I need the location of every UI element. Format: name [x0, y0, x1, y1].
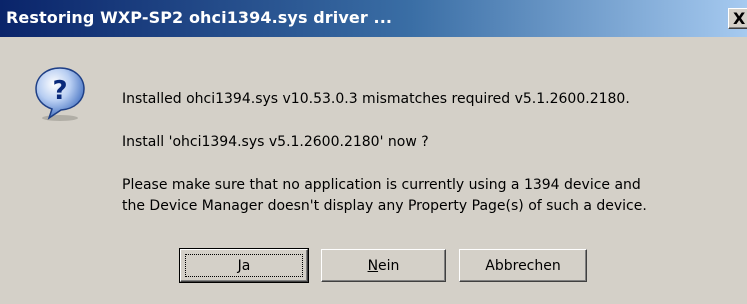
dialog-body: ? Installed ohci1394.sys v10.53.0.3 mism… [0, 37, 747, 304]
message-line-3a: Please make sure that no application is … [122, 177, 641, 193]
close-icon: X [733, 9, 746, 28]
focus-rectangle [185, 254, 303, 277]
message-line-2: Install 'ohci1394.sys v5.1.2600.2180' no… [122, 134, 429, 150]
no-button-label: Nein [367, 257, 400, 274]
yes-button[interactable]: Ja [179, 248, 309, 283]
close-button[interactable]: X [728, 8, 747, 29]
message-line-3: Please make sure that no application is … [122, 175, 647, 217]
question-icon: ? [35, 67, 85, 121]
message-line-3b: the Device Manager doesn't display any P… [122, 198, 647, 214]
cancel-button-label: Abbrechen [485, 257, 561, 274]
window-title: Restoring WXP-SP2 ohci1394.sys driver ..… [6, 8, 393, 27]
svg-text:?: ? [52, 76, 67, 106]
cancel-button[interactable]: Abbrechen [459, 249, 587, 282]
no-button[interactable]: Nein [321, 249, 446, 282]
message-line-1: Installed ohci1394.sys v10.53.0.3 mismat… [122, 91, 630, 107]
title-bar[interactable]: Restoring WXP-SP2 ohci1394.sys driver ..… [0, 0, 747, 37]
